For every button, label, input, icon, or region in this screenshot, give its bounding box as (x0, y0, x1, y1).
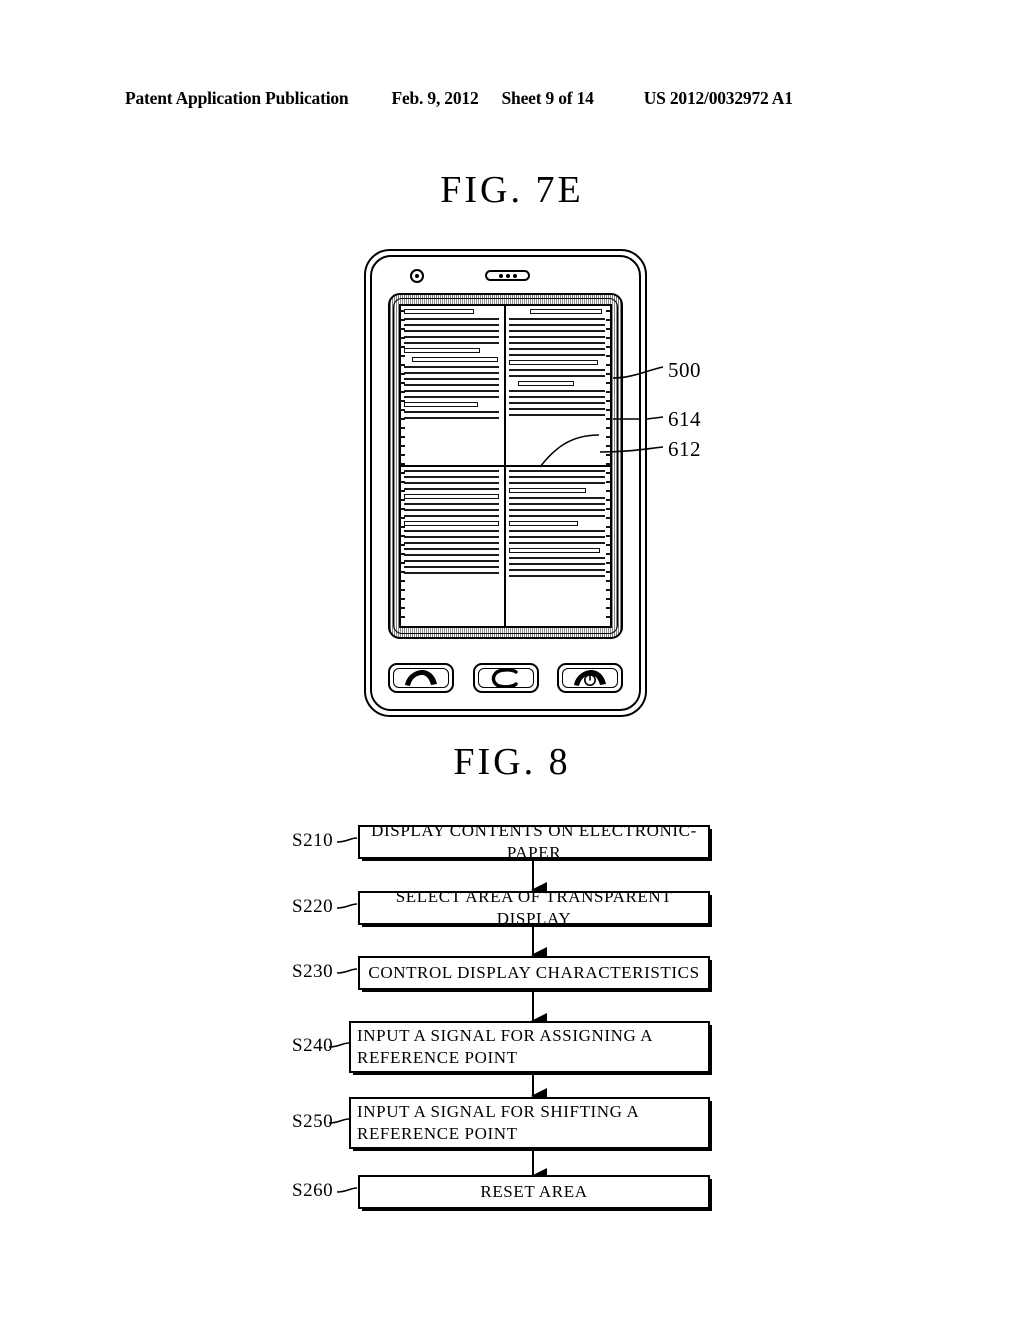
flow-step-box[interactable]: SELECT AREA OF TRANSPARENT DISPLAY (358, 887, 710, 928)
flow-step-tag: S230 (292, 961, 334, 982)
flow-step-box[interactable]: DISPLAY CONTENTS ON ELECTRONIC-PAPER (358, 821, 710, 862)
flow-step-tag: S210 (292, 830, 334, 851)
flow-step-tag: S240 (292, 1035, 334, 1056)
flow-step-box[interactable]: INPUT A SIGNAL FOR SHIFTING A REFERENCE … (349, 1097, 710, 1149)
flow-step-label: RESET AREA (480, 1181, 588, 1201)
flow-step-label: INPUT A SIGNAL FOR ASSIGNING A REFERENCE… (357, 1025, 653, 1067)
flow-step-label: INPUT A SIGNAL FOR SHIFTING A REFERENCE … (357, 1101, 639, 1143)
flow-step-box[interactable]: INPUT A SIGNAL FOR ASSIGNING A REFERENCE… (349, 1021, 710, 1073)
flow-step-label: DISPLAY CONTENTS ON ELECTRONIC-PAPER (371, 820, 697, 862)
flow-step-label: CONTROL DISPLAY CHARACTERISTICS (368, 962, 700, 982)
flow-step-box[interactable]: CONTROL DISPLAY CHARACTERISTICS (358, 956, 710, 990)
flow-step-box[interactable]: RESET AREA (358, 1175, 710, 1209)
flow-step-label: SELECT AREA OF TRANSPARENT DISPLAY (395, 886, 673, 928)
figure-8-flowchart: S210 DISPLAY CONTENTS ON ELECTRONIC-PAPE… (0, 0, 1024, 1320)
flow-step-tag: S250 (292, 1111, 334, 1132)
flow-step-tag: S260 (292, 1180, 334, 1201)
flow-step-tag: S220 (292, 896, 334, 917)
